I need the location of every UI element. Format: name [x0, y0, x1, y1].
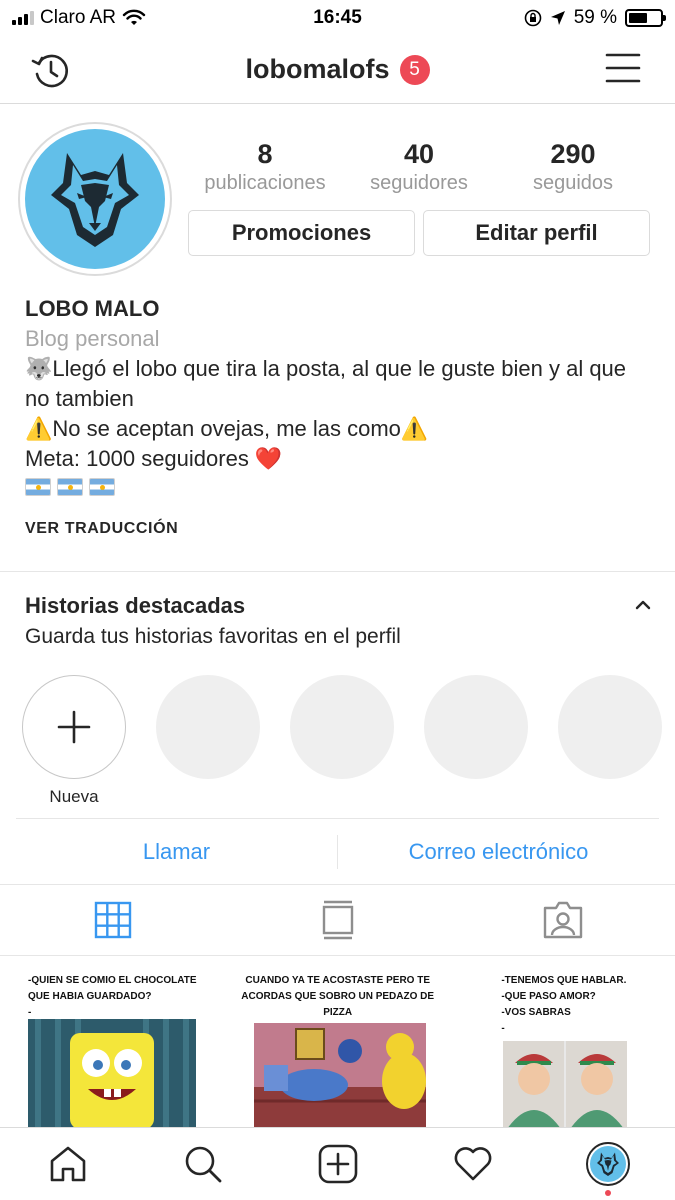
call-button[interactable]: Llamar: [16, 839, 337, 865]
post-thumbnail[interactable]: CUANDO YA TE ACOSTASTE PERO TE ACORDAS Q…: [225, 957, 450, 1127]
stat-followers-count: 40: [403, 139, 435, 169]
profile-avatar[interactable]: [18, 122, 172, 276]
wolf-logo: [25, 129, 165, 269]
status-left: Claro AR: [12, 7, 146, 29]
section-divider: [0, 571, 675, 572]
home-icon: [50, 1146, 85, 1182]
location-icon: [550, 11, 565, 25]
profile-avatar: [585, 1142, 630, 1186]
kid-meme-image: [503, 1041, 628, 1127]
new-highlight[interactable]: Nueva: [22, 675, 126, 807]
highlight-placeholder: [424, 675, 528, 779]
history-icon: [31, 54, 68, 88]
stat-following[interactable]: 290 seguidos: [496, 138, 650, 196]
collapse-highlights-button[interactable]: [635, 598, 651, 616]
edit-profile-button[interactable]: Editar perfil: [423, 210, 650, 256]
status-right: 59 %: [524, 7, 666, 29]
highlights-title: Historias destacadas: [25, 593, 246, 618]
plus-icon: [57, 710, 91, 744]
bottom-nav: [0, 1127, 675, 1200]
post-caption: -QUIEN SE COMIO EL CHOCOLATE QUE HABIA G…: [28, 975, 197, 1018]
wolf-icon: [51, 153, 139, 247]
profile-tabs: [0, 884, 675, 956]
tab-grid[interactable]: [0, 901, 225, 939]
profile-header: 8 publicaciones 40 seguidores 290 seguid…: [0, 120, 675, 280]
highlight-placeholder: [290, 675, 394, 779]
rotation-lock-icon: [524, 9, 541, 27]
nav-profile[interactable]: [540, 1142, 675, 1196]
posts-grid: -QUIEN SE COMIO EL CHOCOLATE QUE HABIA G…: [0, 957, 675, 1127]
activity-heart-icon: [454, 1147, 491, 1181]
post-caption: CUANDO YA TE ACOSTASTE PERO TE ACORDAS Q…: [241, 975, 435, 1018]
history-button[interactable]: [30, 50, 72, 97]
stat-followers[interactable]: 40 seguidores: [342, 138, 496, 196]
stat-following-count: 290: [550, 139, 596, 169]
feed-icon: [322, 900, 353, 940]
argentina-flag-icon: [57, 478, 83, 496]
notification-badge: 5: [399, 54, 430, 85]
menu-button[interactable]: [605, 52, 641, 89]
nav-new-post[interactable]: [270, 1144, 405, 1184]
wolf-mini-logo: [589, 1146, 626, 1182]
profile-category: Blog personal: [25, 326, 160, 351]
bio-line-2: ⚠️No se aceptan ovejas, me las como⚠️: [25, 416, 429, 441]
wifi-icon: [122, 9, 146, 25]
argentina-flag-icon: [89, 478, 115, 496]
activity-dot: [604, 1190, 611, 1196]
post-thumbnail[interactable]: -TENEMOS QUE HABLAR. -QUE PASO AMOR? -VO…: [451, 957, 675, 1127]
new-highlight-label: Nueva: [49, 787, 99, 806]
tagged-icon: [543, 901, 582, 939]
highlights-row: Nueva: [22, 675, 675, 815]
account-switcher[interactable]: lobomalofs 5: [245, 54, 430, 85]
see-translation-link[interactable]: VER TRADUCCIÓN: [25, 520, 178, 538]
argentina-flags: [25, 478, 655, 496]
spongebob-meme-image: [28, 1019, 196, 1127]
stat-following-label: seguidos: [532, 172, 614, 194]
stat-posts[interactable]: 8 publicaciones: [188, 138, 342, 196]
contact-bar: Llamar Correo electrónico: [16, 818, 659, 884]
carrier-label: Claro AR: [40, 7, 117, 28]
tab-feed[interactable]: [225, 900, 450, 940]
add-post-icon: [318, 1144, 357, 1184]
search-icon: [185, 1146, 221, 1183]
battery-icon: [625, 9, 666, 27]
signal-icon: [12, 11, 34, 25]
bio-line-3: Meta: 1000 seguidores ❤️: [25, 446, 283, 471]
status-bar: Claro AR 16:45 59 %: [0, 0, 675, 36]
profile-stats: 8 publicaciones 40 seguidores 290 seguid…: [188, 138, 650, 196]
stat-posts-count: 8: [257, 139, 273, 169]
top-nav: lobomalofs 5: [0, 36, 675, 104]
highlights-subtitle: Guarda tus historias favoritas en el per…: [25, 625, 401, 648]
email-button[interactable]: Correo electrónico: [338, 839, 659, 865]
nav-home[interactable]: [0, 1144, 135, 1184]
stat-posts-label: publicaciones: [204, 172, 326, 194]
argentina-flag-icon: [25, 478, 51, 496]
nav-activity[interactable]: [405, 1146, 540, 1182]
new-highlight-circle: [22, 675, 126, 779]
nav-search[interactable]: [135, 1144, 270, 1184]
battery-percent: 59 %: [573, 7, 617, 28]
bio-line-1: 🐺Llegó el lobo que tira la posta, al que…: [25, 356, 627, 411]
chevron-up-icon: [635, 600, 651, 610]
menu-icon: [605, 53, 641, 83]
wolf-icon: [596, 1152, 619, 1176]
promotions-button[interactable]: Promociones: [188, 210, 415, 256]
grid-icon: [94, 901, 131, 939]
profile-username: lobomalofs: [245, 54, 390, 84]
stat-followers-label: seguidores: [370, 172, 468, 194]
highlight-placeholder: [558, 675, 662, 779]
simpsons-meme-image: [253, 1023, 426, 1127]
post-thumbnail[interactable]: -QUIEN SE COMIO EL CHOCOLATE QUE HABIA G…: [0, 957, 224, 1127]
highlight-placeholder: [156, 675, 260, 779]
tab-tagged[interactable]: [450, 901, 675, 939]
display-name: LOBO MALO: [25, 296, 160, 321]
profile-bio: LOBO MALO Blog personal 🐺Llegó el lobo q…: [25, 294, 655, 496]
post-caption: -TENEMOS QUE HABLAR. -QUE PASO AMOR? -VO…: [501, 975, 627, 1034]
